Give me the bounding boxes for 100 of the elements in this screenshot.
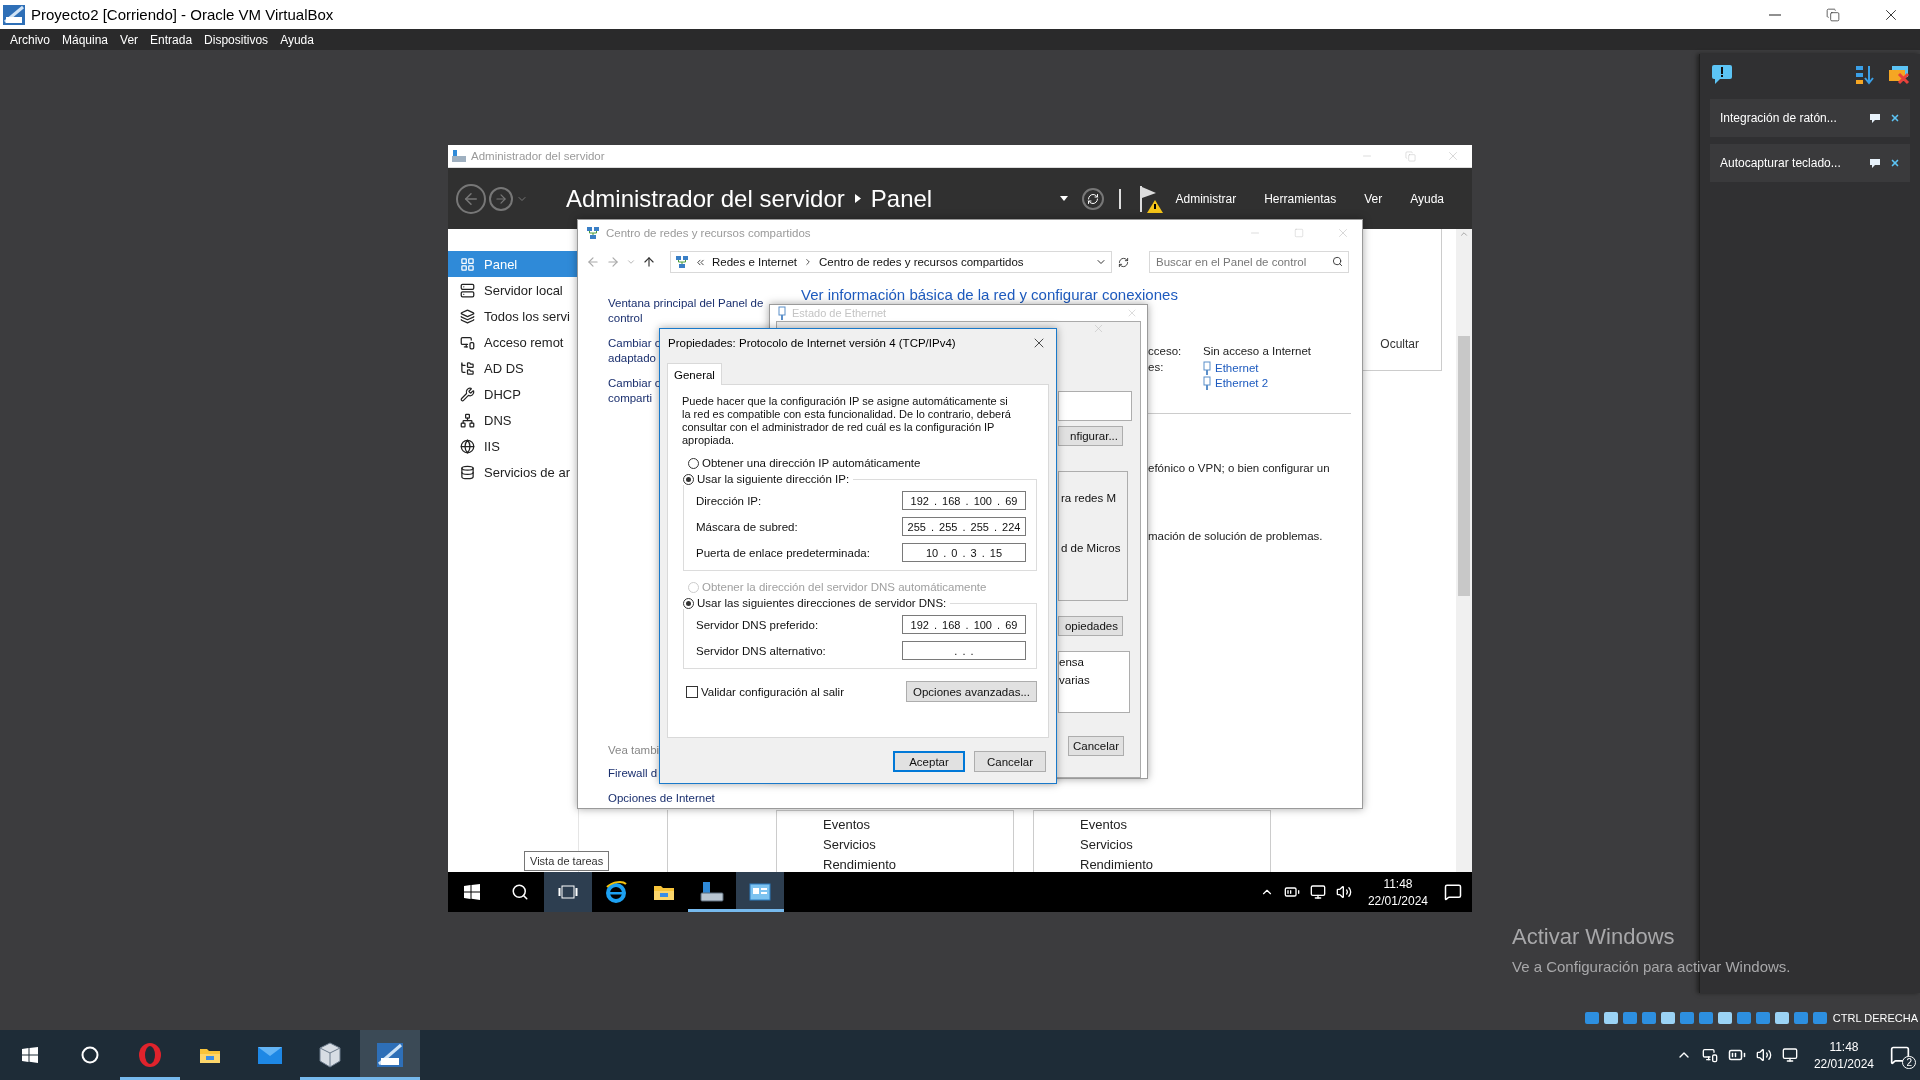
device-icon[interactable]: [1701, 1047, 1718, 1063]
address-bar[interactable]: Redes e Internet Centro de redes y recursos compartidos: [670, 251, 1112, 273]
pin-icon[interactable]: [1870, 158, 1880, 168]
radio-option[interactable]: Obtener una dirección IP automáticamente: [688, 457, 1037, 469]
close-icon[interactable]: [1890, 113, 1900, 123]
close-icon[interactable]: [1890, 158, 1900, 168]
configure-button[interactable]: nfigurar...: [1058, 426, 1123, 446]
notification-icon[interactable]: [1890, 1045, 1910, 1065]
dashboard-icon: [460, 256, 475, 272]
ip-address-field[interactable]: . . .: [902, 641, 1026, 660]
cancel-button[interactable]: Cancelar: [1068, 736, 1124, 756]
radio-option[interactable]: Usar la siguiente dirección IP:: [683, 473, 850, 485]
connection-link[interactable]: Ethernet: [1203, 361, 1269, 375]
task-link[interactable]: Ventana principal del Panel de control: [608, 296, 764, 326]
refresh-button[interactable]: [1118, 256, 1129, 268]
caret-icon[interactable]: [1060, 196, 1069, 201]
up-button[interactable]: [642, 255, 656, 269]
component-list[interactable]: ra redes M d de Micros: [1058, 471, 1128, 601]
see-also-link[interactable]: Firewall d: [608, 766, 658, 781]
sidebar-item[interactable]: DHCP: [448, 381, 578, 407]
browser-icon: [605, 881, 627, 903]
network-icon[interactable]: [1781, 1047, 1798, 1063]
sidebar-item[interactable]: Panel: [448, 251, 578, 277]
sidebar-item[interactable]: Servidor local: [448, 277, 578, 303]
notification-text: Integración de ratón...: [1720, 111, 1838, 125]
vm-icon: [376, 1042, 404, 1068]
notification-count: 2: [1902, 1056, 1916, 1069]
menu-item[interactable]: Herramientas: [1264, 191, 1337, 206]
refresh-button[interactable]: [1082, 187, 1105, 210]
device-icon[interactable]: [1659, 1009, 1676, 1026]
task-view-icon: [558, 885, 578, 899]
ip-address-field[interactable]: 10 . 0 . 3 . 15: [902, 543, 1026, 562]
flag-warning-icon[interactable]: [1139, 183, 1164, 214]
menu-item[interactable]: Ayuda: [1410, 191, 1444, 206]
tile-link[interactable]: Eventos: [823, 818, 870, 832]
menu-item[interactable]: Máquina: [56, 32, 115, 47]
close-all-icon[interactable]: [1888, 65, 1910, 85]
network-icon[interactable]: [1309, 884, 1326, 900]
taskbar-button[interactable]: [736, 872, 784, 912]
forward-button[interactable]: [489, 186, 513, 211]
menu-item[interactable]: Ayuda: [274, 32, 320, 47]
clock[interactable]: 11:48 22/01/2024: [1807, 1039, 1880, 1071]
menu-item[interactable]: Archivo: [4, 32, 56, 47]
pin-icon[interactable]: [1870, 113, 1880, 123]
device-icon[interactable]: [1773, 1009, 1790, 1026]
speaker-icon[interactable]: [1755, 1047, 1772, 1063]
menu-item[interactable]: Entrada: [144, 32, 199, 47]
network-icon: [586, 226, 600, 240]
storage-icon: [460, 464, 475, 480]
menu-item[interactable]: Dispositivos: [198, 32, 275, 47]
radio-option[interactable]: Usar las siguientes direcciones de servidor DNS:: [683, 597, 947, 609]
sidebar-item[interactable]: DNS: [448, 407, 578, 433]
sidebar-item[interactable]: IIS: [448, 433, 578, 459]
info-text: efónico o VPN; o bien configurar un: [1148, 462, 1331, 474]
ip-address-field[interactable]: 192 . 168 . 100 . 69: [902, 491, 1026, 510]
description-text: ensa varias: [1059, 656, 1090, 686]
tab[interactable]: General: [667, 363, 722, 385]
mail-icon: [257, 1045, 283, 1065]
breadcrumb-item[interactable]: Administrador del servidor: [566, 184, 845, 213]
checkbox[interactable]: Validar configuración al salir: [686, 685, 844, 698]
sidebar-item[interactable]: Todos los servi: [448, 303, 578, 329]
tile-link[interactable]: Rendimiento: [1080, 858, 1153, 872]
battery-icon[interactable]: [1283, 884, 1300, 900]
menu-item[interactable]: Ver: [114, 32, 145, 47]
dialog-button[interactable]: Cancelar: [974, 751, 1046, 772]
device-icon[interactable]: [1716, 1009, 1733, 1026]
sidebar-item[interactable]: Servicios de ar: [448, 459, 578, 485]
clock[interactable]: 11:48 22/01/2024: [1361, 876, 1434, 908]
breadcrumb-item[interactable]: Redes e Internet: [712, 256, 798, 268]
breadcrumb-item[interactable]: Centro de redes y recursos compartidos: [819, 256, 1024, 268]
speaker-icon[interactable]: [1335, 884, 1352, 900]
properties-button[interactable]: opiedades: [1058, 616, 1123, 636]
tile-link[interactable]: Servicios: [1080, 838, 1133, 852]
menu-item[interactable]: Ver: [1364, 191, 1383, 206]
field-label: Máscara de subred:: [696, 520, 798, 533]
sidebar-item[interactable]: AD DS: [448, 355, 578, 381]
tile-link[interactable]: Rendimiento: [823, 858, 896, 872]
dialog-title: Propiedades: Protocolo de Internet versión 4 (TCP/IPv4): [668, 336, 957, 349]
alert-bubble-icon[interactable]: [1710, 63, 1734, 87]
hide-link[interactable]: Ocultar: [1380, 337, 1419, 351]
restore-icon: [1404, 150, 1416, 162]
search-field[interactable]: Buscar en el Panel de control: [1149, 251, 1349, 273]
ip-address-field[interactable]: 192 . 168 . 100 . 69: [902, 615, 1026, 634]
tile-link[interactable]: Servicios: [823, 838, 876, 852]
connection-link[interactable]: Ethernet 2: [1203, 376, 1269, 390]
advanced-button[interactable]: Opciones avanzadas...: [906, 681, 1037, 702]
sort-icon[interactable]: [1856, 65, 1874, 85]
device-icon[interactable]: [1602, 1009, 1619, 1026]
scrollbar[interactable]: [1456, 229, 1472, 872]
taskbar-button[interactable]: [360, 1030, 420, 1080]
tile-link[interactable]: Eventos: [1080, 818, 1127, 832]
ip-address-field[interactable]: 255 . 255 . 255 . 224: [902, 517, 1026, 536]
menu-item[interactable]: Administrar: [1175, 191, 1237, 206]
dialog-button[interactable]: Aceptar: [893, 751, 965, 772]
see-also-link[interactable]: Opciones de Internet: [608, 791, 715, 806]
breadcrumb-item[interactable]: Panel: [870, 184, 933, 213]
sidebar-item[interactable]: Acceso remot: [448, 329, 578, 355]
notification-icon[interactable]: [1444, 883, 1462, 901]
back-button[interactable]: [456, 183, 486, 214]
server-icon: [460, 282, 475, 298]
